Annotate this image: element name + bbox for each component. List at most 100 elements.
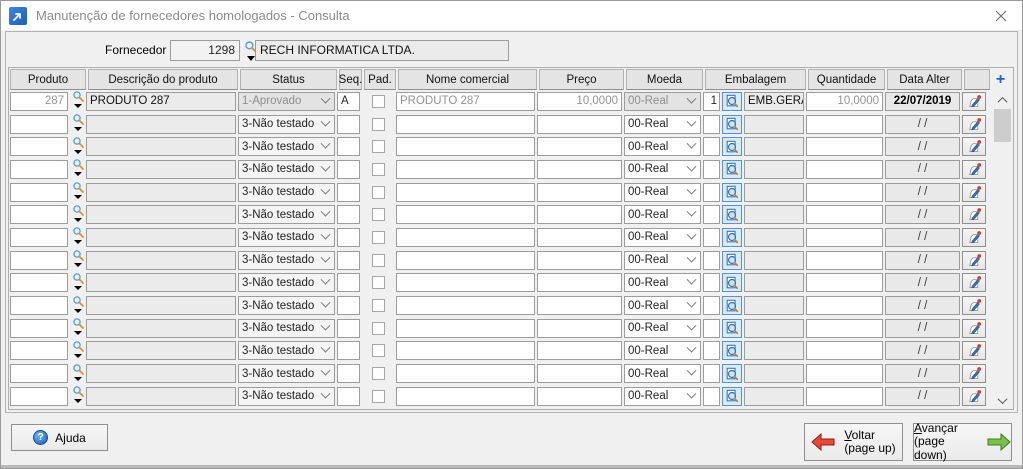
seq-input[interactable] [337,273,360,293]
chevron-down-icon[interactable] [686,184,697,195]
embalagem-seq-input[interactable] [703,318,720,338]
moeda-select[interactable]: 00-Real [624,364,701,384]
edit-row-button[interactable] [962,159,986,179]
embalagem-seq-input[interactable] [703,341,720,361]
embalagem-seq-input[interactable] [703,296,720,316]
seq-input[interactable] [337,182,360,202]
status-select[interactable]: 3-Não testado [238,205,335,225]
preco-input[interactable] [537,114,622,134]
chevron-down-icon[interactable] [320,297,331,308]
pad-checkbox[interactable] [371,185,385,199]
dropdown-arrow-icon[interactable] [74,263,82,268]
embalagem-search-button[interactable] [722,205,742,225]
search-icon[interactable] [72,385,85,398]
chevron-down-icon[interactable] [320,388,331,399]
produto-input[interactable] [10,318,68,338]
quantidade-input[interactable] [806,296,883,316]
edit-row-button[interactable] [962,386,986,406]
nome-comercial-input[interactable] [396,114,535,134]
nome-comercial-input[interactable] [396,318,535,338]
search-icon[interactable] [72,363,85,376]
embalagem-search-button[interactable] [722,182,742,202]
chevron-down-icon[interactable] [686,297,697,308]
moeda-select[interactable]: 00-Real [624,318,701,338]
dropdown-arrow-icon[interactable] [74,308,82,313]
preco-input[interactable] [537,318,622,338]
search-icon[interactable] [72,113,85,126]
nome-comercial-input[interactable] [396,250,535,270]
moeda-select[interactable]: 00-Real [624,273,701,293]
embalagem-search-button[interactable] [722,159,742,179]
dropdown-arrow-icon[interactable] [74,399,82,404]
embalagem-seq-input[interactable] [703,227,720,247]
edit-row-button[interactable] [962,250,986,270]
quantidade-input[interactable]: 10,0000 [806,91,883,111]
nome-comercial-input[interactable] [396,273,535,293]
produto-input[interactable] [10,273,68,293]
moeda-select[interactable]: 00-Real [624,114,701,134]
moeda-select[interactable]: 00-Real [624,91,701,111]
pad-checkbox[interactable] [371,94,385,108]
search-icon[interactable] [72,158,85,171]
status-select[interactable]: 3-Não testado [238,137,335,157]
pad-checkbox[interactable] [371,230,385,244]
pad-checkbox[interactable] [371,367,385,381]
search-icon[interactable] [72,90,85,103]
seq-input[interactable] [337,114,360,134]
edit-row-button[interactable] [962,341,986,361]
fornecedor-code-field[interactable]: 1298 [170,40,240,61]
quantidade-input[interactable] [806,205,883,225]
moeda-select[interactable]: 00-Real [624,137,701,157]
seq-input[interactable] [337,227,360,247]
quantidade-input[interactable] [806,227,883,247]
embalagem-seq-input[interactable] [703,114,720,134]
status-select[interactable]: 3-Não testado [238,250,335,270]
nome-comercial-input[interactable] [396,137,535,157]
seq-input[interactable] [337,318,360,338]
produto-input[interactable] [10,386,68,406]
quantidade-input[interactable] [806,250,883,270]
status-select[interactable]: 3-Não testado [238,296,335,316]
search-icon[interactable] [72,249,85,262]
produto-input[interactable] [10,137,68,157]
status-select[interactable]: 3-Não testado [238,318,335,338]
quantidade-input[interactable] [806,386,883,406]
chevron-down-icon[interactable] [686,93,697,104]
status-select[interactable]: 3-Não testado [238,114,335,134]
status-select[interactable]: 3-Não testado [238,182,335,202]
status-select[interactable]: 3-Não testado [238,159,335,179]
help-button[interactable]: ? Ajuda [11,424,108,451]
chevron-down-icon[interactable] [320,116,331,127]
chevron-down-icon[interactable] [686,343,697,354]
nome-comercial-input[interactable] [396,159,535,179]
seq-input[interactable]: A [337,91,360,111]
produto-input[interactable]: 287 [10,91,68,111]
produto-input[interactable] [10,159,68,179]
produto-input[interactable] [10,182,68,202]
search-icon[interactable] [72,340,85,353]
produto-input[interactable] [10,364,68,384]
dropdown-arrow-icon[interactable] [74,240,82,245]
vertical-scrollbar[interactable] [994,92,1011,408]
embalagem-seq-input[interactable] [703,137,720,157]
preco-input[interactable] [537,205,622,225]
nome-comercial-input[interactable] [396,296,535,316]
chevron-down-icon[interactable] [320,229,331,240]
embalagem-seq-input[interactable] [703,364,720,384]
edit-row-button[interactable] [962,273,986,293]
dropdown-arrow-icon[interactable] [74,195,82,200]
pad-checkbox[interactable] [371,321,385,335]
produto-input[interactable] [10,205,68,225]
chevron-down-icon[interactable] [686,275,697,285]
moeda-select[interactable]: 00-Real [624,386,701,406]
nome-comercial-input[interactable] [396,205,535,225]
moeda-select[interactable]: 00-Real [624,159,701,179]
moeda-select[interactable]: 00-Real [624,341,701,361]
close-icon[interactable] [986,4,1016,28]
chevron-down-icon[interactable] [320,275,331,285]
chevron-down-icon[interactable] [686,365,697,376]
edit-row-button[interactable] [962,296,986,316]
pad-checkbox[interactable] [371,253,385,267]
scrollbar-thumb[interactable] [994,109,1011,142]
embalagem-search-button[interactable] [722,364,742,384]
